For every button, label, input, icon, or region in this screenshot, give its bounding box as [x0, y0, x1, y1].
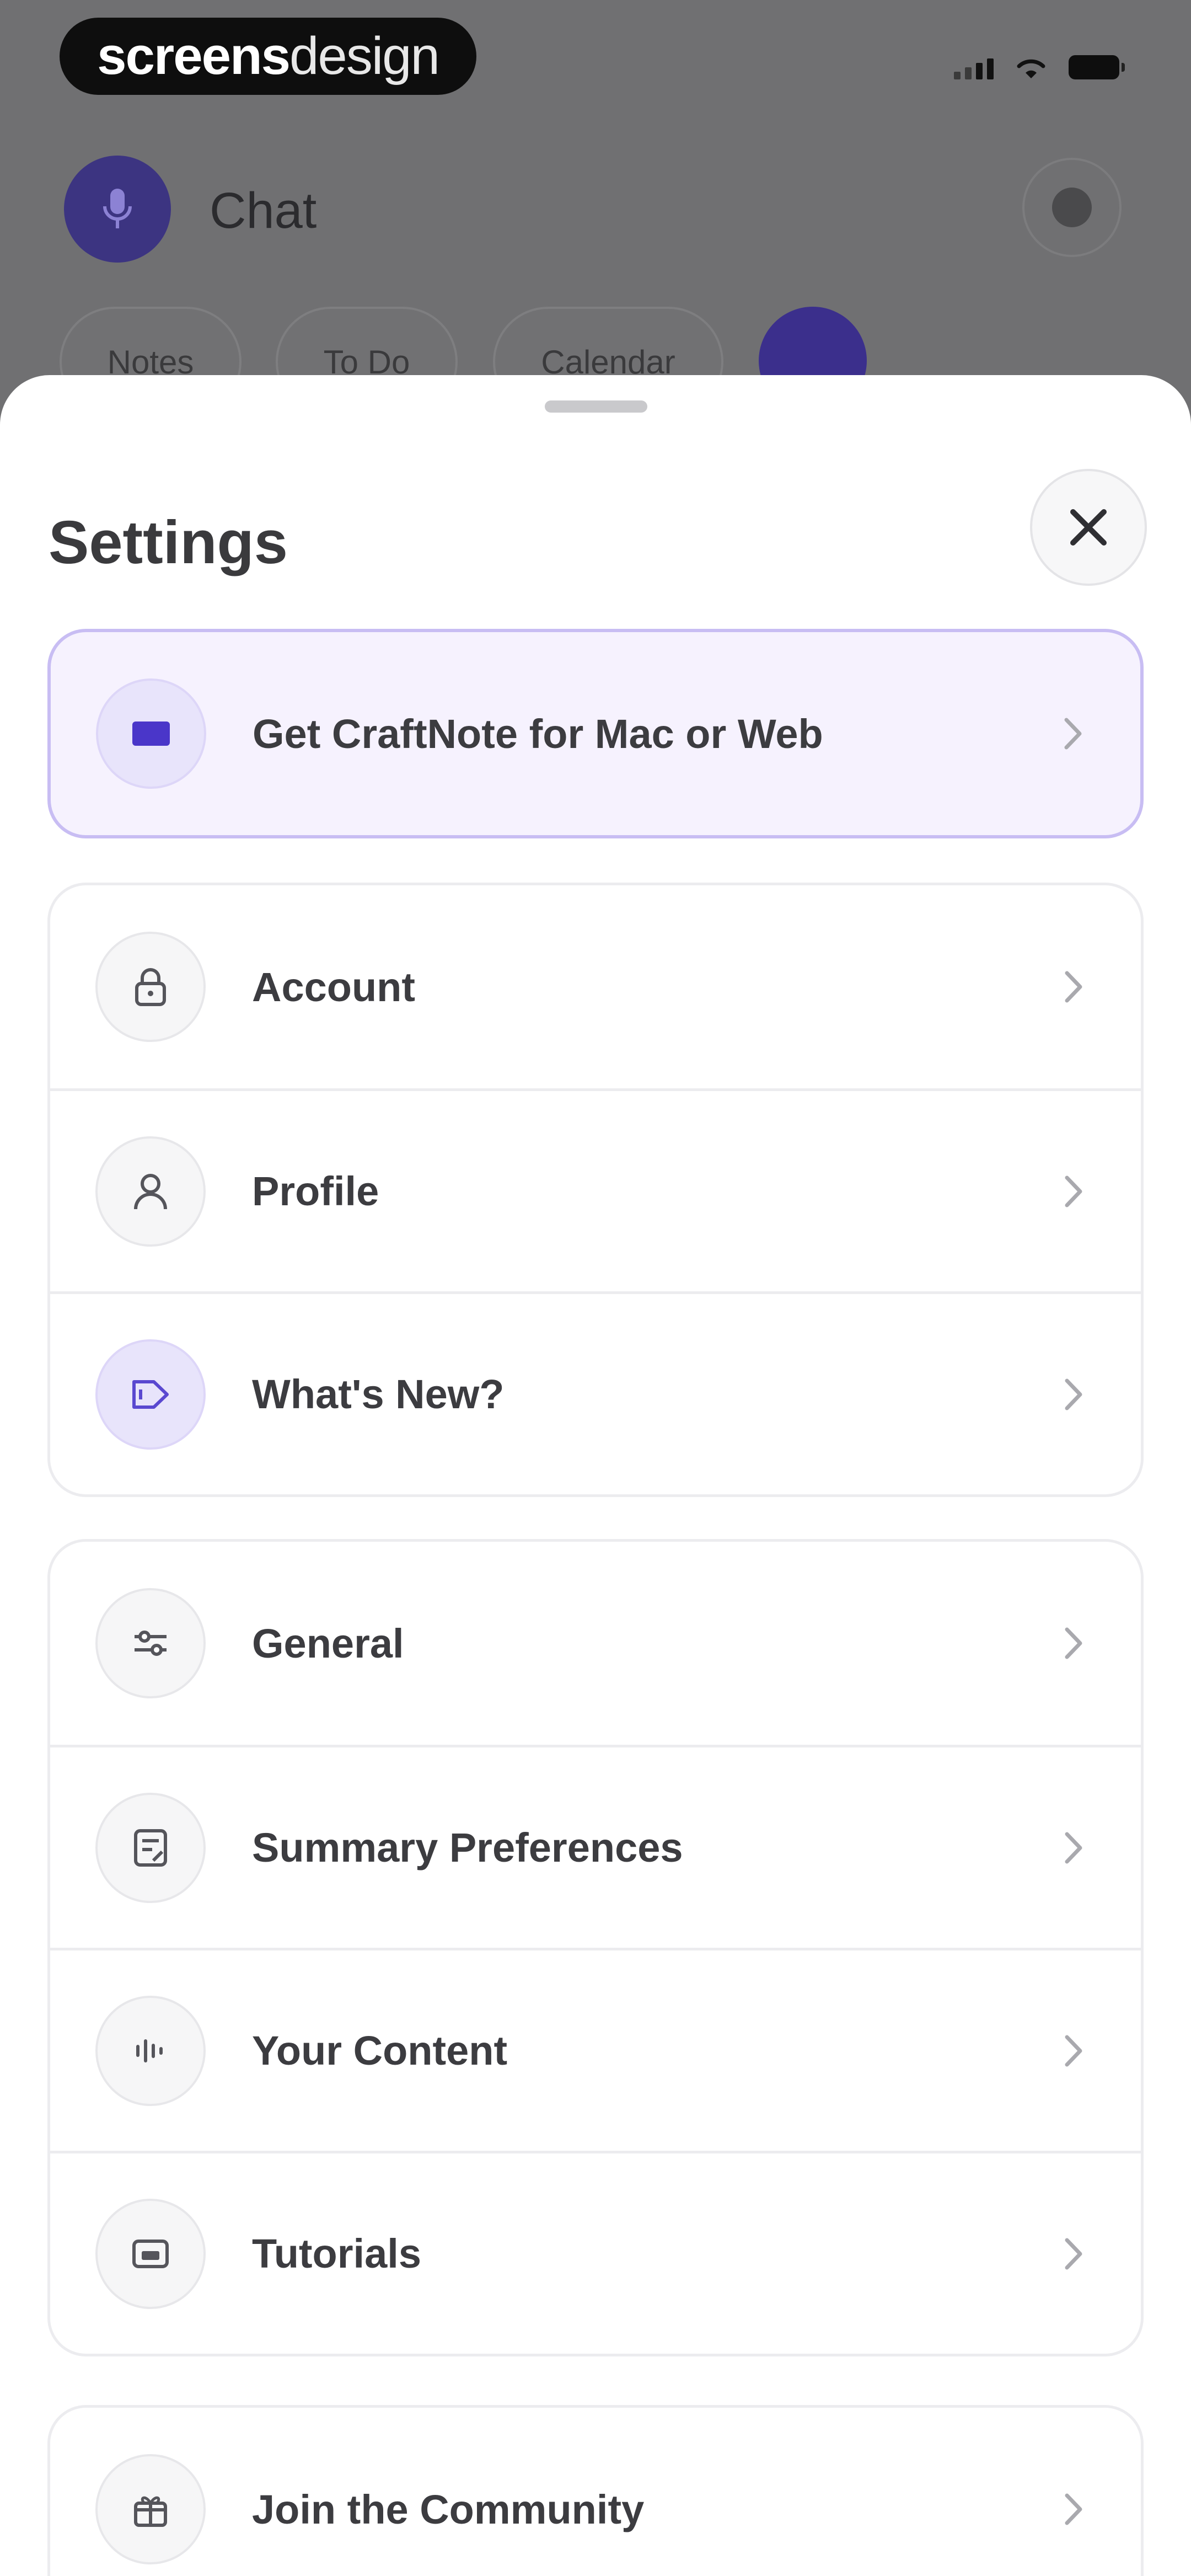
microphone-icon: [103, 189, 132, 228]
background-app: screensdesign Chat Notes To Do Calendar: [0, 0, 1191, 419]
chat-title: Chat: [210, 183, 317, 239]
close-icon: [1070, 509, 1107, 546]
settings-item-label: Tutorials: [252, 2231, 421, 2276]
settings-group-preferences: General Summary Preferences Your Content…: [47, 1539, 1144, 2356]
watermark-part1: screens: [97, 26, 291, 85]
settings-item-account[interactable]: Account: [50, 885, 1141, 1088]
chevron-right-icon: [1057, 1826, 1090, 1870]
settings-item-tutorials[interactable]: Tutorials: [50, 2151, 1141, 2354]
settings-group-community: Join the Community: [47, 2405, 1144, 2576]
settings-item-whats-new[interactable]: What's New?: [50, 1291, 1141, 1494]
settings-item-your-content[interactable]: Your Content: [50, 1948, 1141, 2151]
chevron-right-icon: [1057, 2232, 1090, 2276]
audio-wave-icon: [95, 1995, 206, 2106]
page-title: Settings: [49, 509, 288, 576]
chevron-right-icon: [1057, 1372, 1090, 1417]
settings-item-label: What's New?: [252, 1371, 505, 1417]
settings-sheet: Settings Get CraftNote for Mac or Web Ac…: [0, 375, 1191, 2576]
chevron-right-icon: [1057, 2487, 1090, 2531]
sliders-icon: [95, 1588, 206, 1698]
cellular-signal-icon: [954, 58, 994, 79]
gear-icon: [1052, 188, 1092, 227]
gift-icon: [95, 2454, 206, 2564]
status-bar: [954, 55, 1125, 79]
settings-item-label: Your Content: [252, 2028, 508, 2073]
settings-item-summary-preferences[interactable]: Summary Preferences: [50, 1745, 1141, 1948]
settings-item-profile[interactable]: Profile: [50, 1088, 1141, 1291]
settings-item-get-craftnote[interactable]: Get CraftNote for Mac or Web: [51, 632, 1140, 835]
lock-icon: [95, 932, 206, 1042]
settings-item-join-community[interactable]: Join the Community: [50, 2408, 1141, 2576]
settings-group-account: Account Profile What's New?: [47, 883, 1144, 1497]
settings-item-label: Get CraftNote for Mac or Web: [253, 710, 823, 757]
tv-icon: [95, 2198, 206, 2309]
close-button[interactable]: [1030, 469, 1147, 586]
chat-settings-button[interactable]: [1022, 158, 1122, 257]
settings-item-label: Summary Preferences: [252, 1825, 683, 1870]
chevron-right-icon: [1057, 2029, 1090, 2073]
watermark-part2: design: [289, 26, 440, 85]
user-icon: [95, 1136, 206, 1247]
wifi-icon: [1017, 59, 1045, 78]
sheet-grabber[interactable]: [545, 400, 647, 413]
chevron-right-icon: [1057, 1621, 1090, 1665]
chevron-right-icon: [1056, 712, 1090, 756]
promo-card[interactable]: Get CraftNote for Mac or Web: [47, 629, 1144, 838]
screensdesign-watermark: screensdesign: [60, 18, 476, 95]
settings-item-label: Account: [252, 964, 415, 1010]
chevron-right-icon: [1057, 1169, 1090, 1214]
settings-item-label: Profile: [252, 1168, 379, 1214]
microphone-avatar[interactable]: [64, 156, 171, 263]
settings-item-label: Join the Community: [252, 2486, 645, 2532]
settings-item-general[interactable]: General: [50, 1542, 1141, 1745]
megaphone-icon: [95, 1339, 206, 1450]
laptop-icon: [96, 678, 206, 789]
chevron-right-icon: [1057, 965, 1090, 1009]
battery-icon: [1069, 55, 1125, 79]
document-edit-icon: [95, 1792, 206, 1903]
settings-item-label: General: [252, 1620, 404, 1666]
